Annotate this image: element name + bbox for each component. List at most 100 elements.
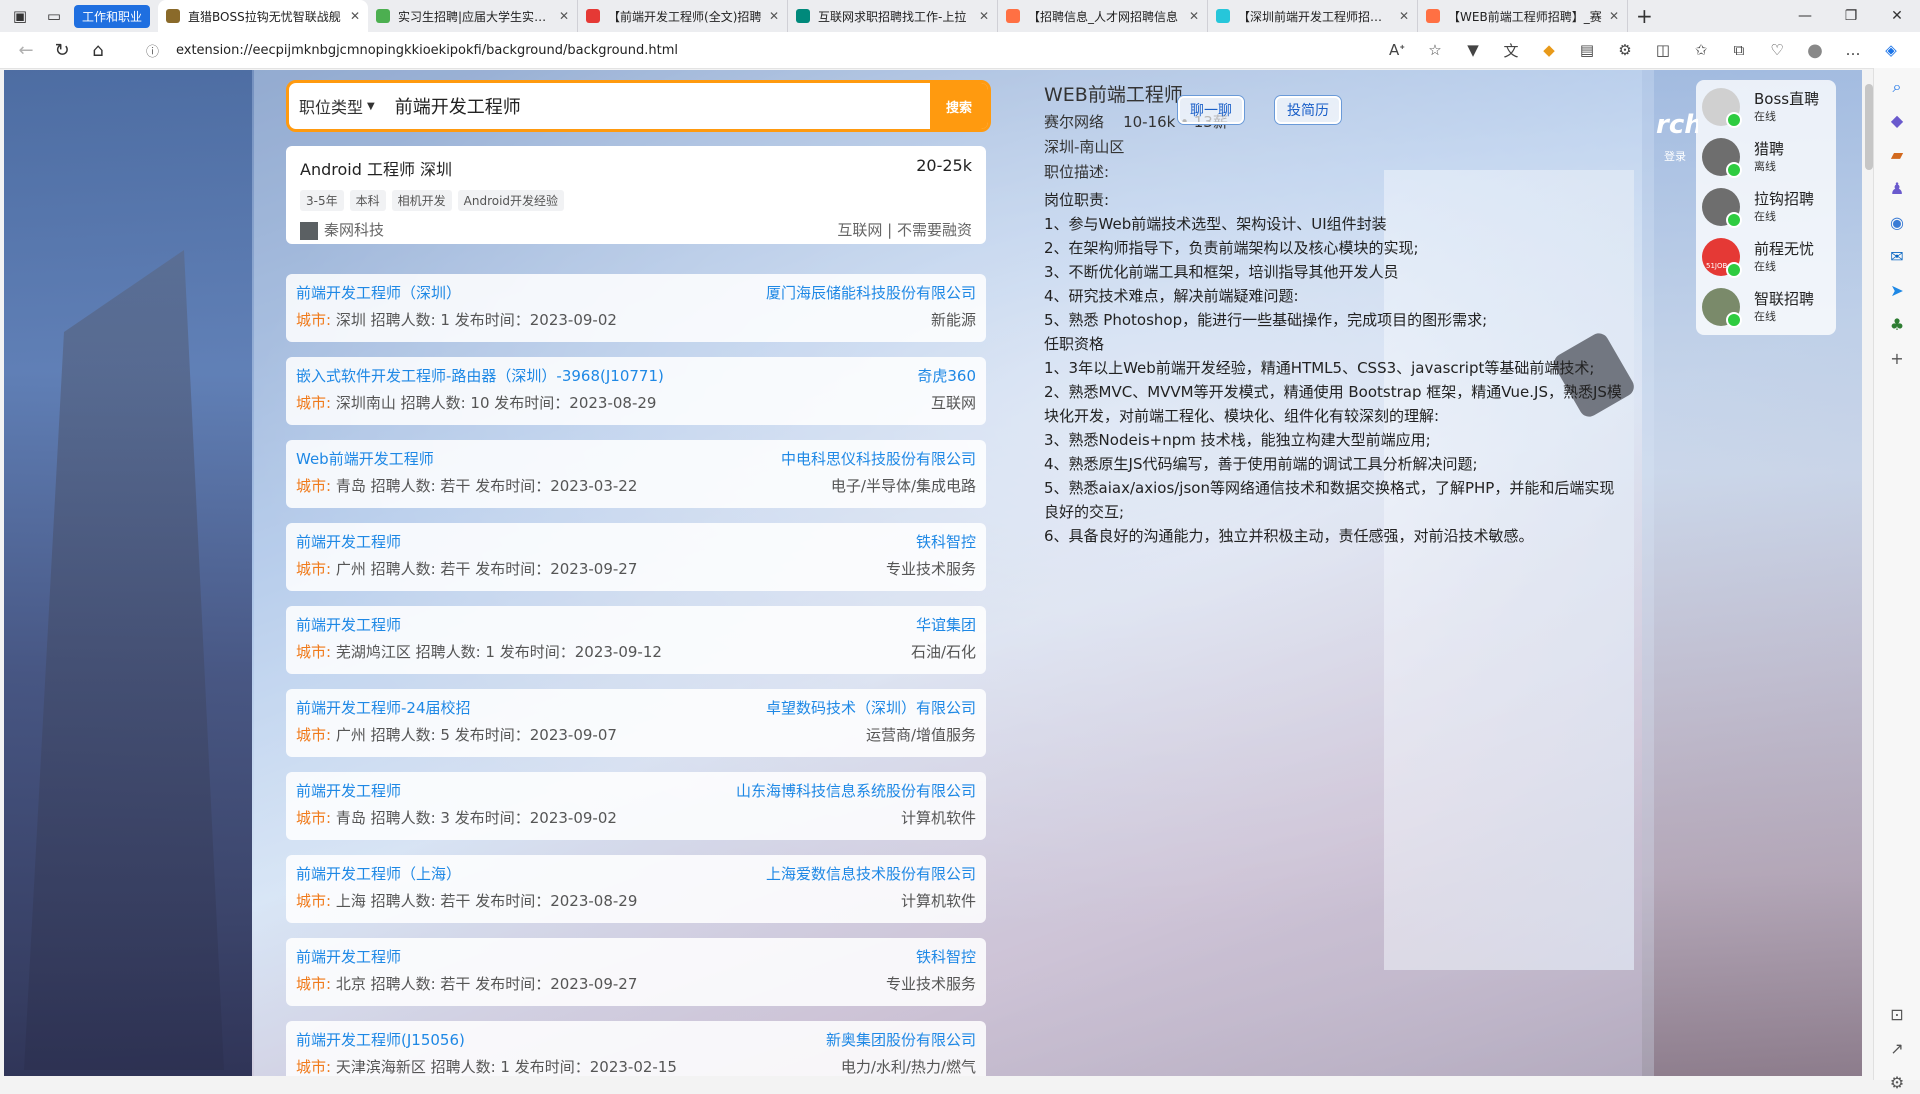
job-company[interactable]: 新奥集团股份有限公司 — [826, 1029, 976, 1050]
job-list-item[interactable]: 前端开发工程师 铁科智控 城市: 广州 招聘人数: 若干 发布时间：2023-09-… — [286, 523, 986, 591]
office-icon[interactable]: ◉ — [1886, 212, 1908, 234]
games-icon[interactable]: ♟ — [1886, 178, 1908, 200]
extension-box-icon[interactable]: ▤ — [1568, 32, 1606, 68]
platform-item[interactable]: Boss直聘 在线 — [1702, 86, 1832, 130]
close-tab-icon[interactable]: ✕ — [559, 9, 569, 23]
send-resume-button[interactable]: 投简历 — [1275, 96, 1341, 124]
read-aloud-icon[interactable]: Aᐩ — [1378, 32, 1416, 68]
job-list-item[interactable]: 前端开发工程师（深圳） 厦门海辰储能科技股份有限公司 城市: 深圳 招聘人数: 1 … — [286, 274, 986, 342]
scrollbar-thumb[interactable] — [1865, 84, 1873, 170]
job-list-item[interactable]: Web前端开发工程师 中电科思仪科技股份有限公司 城市: 青岛 招聘人数: 若干 发… — [286, 440, 986, 508]
job-list-item[interactable]: 前端开发工程师-24届校招 卓望数码技术（深圳）有限公司 城市: 广州 招聘人数: … — [286, 689, 986, 757]
job-company[interactable]: 铁科智控 — [916, 946, 976, 967]
back-icon[interactable]: ← — [8, 34, 44, 66]
shopping-icon[interactable]: ◆ — [1886, 110, 1908, 132]
job-list-item[interactable]: 前端开发工程师 华谊集团 城市: 芜湖鸠江区 招聘人数: 1 发布时间：2023-0… — [286, 606, 986, 674]
minimize-icon[interactable]: — — [1782, 0, 1828, 32]
featured-job-card[interactable]: Android 工程师 深圳 20-25k 3-5年 本科 相机开发 Android开… — [286, 146, 986, 244]
job-company[interactable]: 上海爱数信息技术股份有限公司 — [766, 863, 976, 884]
job-title[interactable]: 前端开发工程师（深圳） — [296, 282, 461, 303]
browser-tab[interactable]: 直猎BOSS拉钩无忧智联战舰 ✕ — [158, 0, 369, 32]
collections-icon[interactable]: ⧉ — [1720, 32, 1758, 68]
url-field[interactable]: ⓘ extension://eecpijmknbgjcmnopingkkioek… — [146, 35, 1346, 65]
platform-item[interactable]: 拉钩招聘 在线 — [1702, 186, 1832, 230]
platform-item[interactable]: 智联招聘 在线 — [1702, 286, 1832, 330]
job-list-item[interactable]: 前端开发工程师 山东海博科技信息系统股份有限公司 城市: 青岛 招聘人数: 3 发布… — [286, 772, 986, 840]
extensions-icon[interactable]: ⚙ — [1606, 32, 1644, 68]
extension-vee-icon[interactable]: ▼ — [1454, 32, 1492, 68]
refresh-icon[interactable]: ↻ — [44, 34, 80, 66]
send-icon[interactable]: ➤ — [1886, 280, 1908, 302]
job-company[interactable]: 奇虎360 — [917, 365, 976, 386]
job-title[interactable]: 前端开发工程师(J15056) — [296, 1029, 465, 1050]
job-title[interactable]: 前端开发工程师 — [296, 531, 401, 552]
close-tab-icon[interactable]: ✕ — [350, 9, 360, 23]
job-title[interactable]: 前端开发工程师-24届校招 — [296, 697, 471, 718]
platform-item[interactable]: 猎聘 离线 — [1702, 136, 1832, 180]
job-list-item[interactable]: 嵌入式软件开发工程师-路由器（深圳）-3968(J10771) 奇虎360 城市: … — [286, 357, 986, 425]
add-icon[interactable]: + — [1886, 348, 1908, 370]
job-company[interactable]: 中电科思仪科技股份有限公司 — [781, 448, 976, 469]
close-tab-icon[interactable]: ✕ — [1189, 9, 1199, 23]
search-button[interactable]: 搜索 — [930, 83, 988, 129]
search-input[interactable] — [384, 94, 930, 118]
workspaces-icon[interactable]: ▣ — [6, 2, 34, 30]
more-options-icon[interactable]: … — [1834, 32, 1872, 68]
login-link[interactable]: 登录 — [1664, 148, 1686, 164]
close-tab-icon[interactable]: ✕ — [769, 9, 779, 23]
job-title[interactable]: 前端开发工程师 — [296, 946, 401, 967]
job-title[interactable]: 前端开发工程师 — [296, 614, 401, 635]
job-company[interactable]: 卓望数码技术（深圳）有限公司 — [766, 697, 976, 718]
favorites-icon[interactable]: ✩ — [1682, 32, 1720, 68]
job-info: 广州 招聘人数: 5 发布时间：2023-09-07 — [335, 726, 617, 744]
profile-avatar-icon[interactable]: ● — [1796, 32, 1834, 68]
platform-name: 前程无忧 — [1754, 240, 1815, 258]
info-icon[interactable]: ⓘ — [146, 41, 166, 60]
browser-tab[interactable]: 互联网求职招聘找工作-上拉 ✕ — [788, 0, 999, 32]
extension-flame-icon[interactable]: ◆ — [1530, 32, 1568, 68]
platform-status: 在线 — [1754, 210, 1776, 223]
close-tab-icon[interactable]: ✕ — [1609, 9, 1619, 23]
job-list-item[interactable]: 前端开发工程师（上海） 上海爱数信息技术股份有限公司 城市: 上海 招聘人数: 若干… — [286, 855, 986, 923]
job-title[interactable]: Web前端开发工程师 — [296, 448, 434, 469]
copilot-icon[interactable]: ◈ — [1872, 32, 1910, 68]
close-tab-icon[interactable]: ✕ — [1399, 9, 1409, 23]
job-title[interactable]: 嵌入式软件开发工程师-路由器（深圳）-3968(J10771) — [296, 365, 664, 386]
outlook-icon[interactable]: ✉ — [1886, 246, 1908, 268]
home-icon[interactable]: ⌂ — [80, 34, 116, 66]
tab-group-label[interactable]: 工作和职业 — [74, 4, 151, 28]
job-company[interactable]: 华谊集团 — [916, 614, 976, 635]
open-external-icon[interactable]: ↗ — [1886, 1038, 1908, 1060]
browser-tab[interactable]: 【招聘信息_人才网招聘信息 ✕ — [998, 0, 1209, 32]
screenshot-icon[interactable]: ⊡ — [1886, 1004, 1908, 1026]
browser-tab[interactable]: 【前端开发工程师(全文)招聘 ✕ — [578, 0, 789, 32]
settings-icon[interactable]: ⚙ — [1886, 1072, 1908, 1094]
browser-tab[interactable]: 【WEB前端工程师招聘】_赛 ✕ — [1418, 0, 1629, 32]
new-tab-button[interactable]: + — [1636, 4, 1653, 28]
split-screen-icon[interactable]: ◫ — [1644, 32, 1682, 68]
favorite-star-icon[interactable]: ☆ — [1416, 32, 1454, 68]
job-company[interactable]: 铁科智控 — [916, 531, 976, 552]
browser-essentials-icon[interactable]: ♡ — [1758, 32, 1796, 68]
tree-icon[interactable]: ♣ — [1886, 314, 1908, 336]
platform-item[interactable]: 51JOB 前程无忧 在线 — [1702, 236, 1832, 280]
translate-icon[interactable]: 文 — [1492, 32, 1530, 68]
job-type-dropdown[interactable]: 职位类型 ▼ — [289, 94, 385, 118]
job-company[interactable]: 山东海博科技信息系统股份有限公司 — [736, 780, 976, 801]
chat-button[interactable]: 聊一聊 — [1178, 96, 1244, 124]
browser-tab[interactable]: 【深圳前端开发工程师招聘】 ✕ — [1208, 0, 1419, 32]
close-window-icon[interactable]: ✕ — [1874, 0, 1920, 32]
tab-favicon-icon — [376, 9, 391, 23]
browser-tab[interactable]: 实习生招聘|应届大学生实习招 ✕ — [368, 0, 579, 32]
url-text[interactable]: extension://eecpijmknbgjcmnopingkkioekip… — [176, 43, 678, 58]
job-title[interactable]: 前端开发工程师 — [296, 780, 401, 801]
tools-icon[interactable]: ▰ — [1886, 144, 1908, 166]
restore-icon[interactable]: ❐ — [1828, 0, 1874, 32]
tab-actions-icon[interactable]: ▭ — [40, 2, 68, 30]
close-tab-icon[interactable]: ✕ — [979, 9, 989, 23]
job-list-item[interactable]: 前端开发工程师 铁科智控 城市: 北京 招聘人数: 若干 发布时间：2023-09-… — [286, 938, 986, 1006]
job-title[interactable]: 前端开发工程师（上海） — [296, 863, 461, 884]
search-icon[interactable]: ⌕ — [1886, 76, 1908, 98]
job-list-item[interactable]: 前端开发工程师(J15056) 新奥集团股份有限公司 城市: 天津滨海新区 招聘人数… — [286, 1021, 986, 1076]
job-company[interactable]: 厦门海辰储能科技股份有限公司 — [766, 282, 976, 303]
